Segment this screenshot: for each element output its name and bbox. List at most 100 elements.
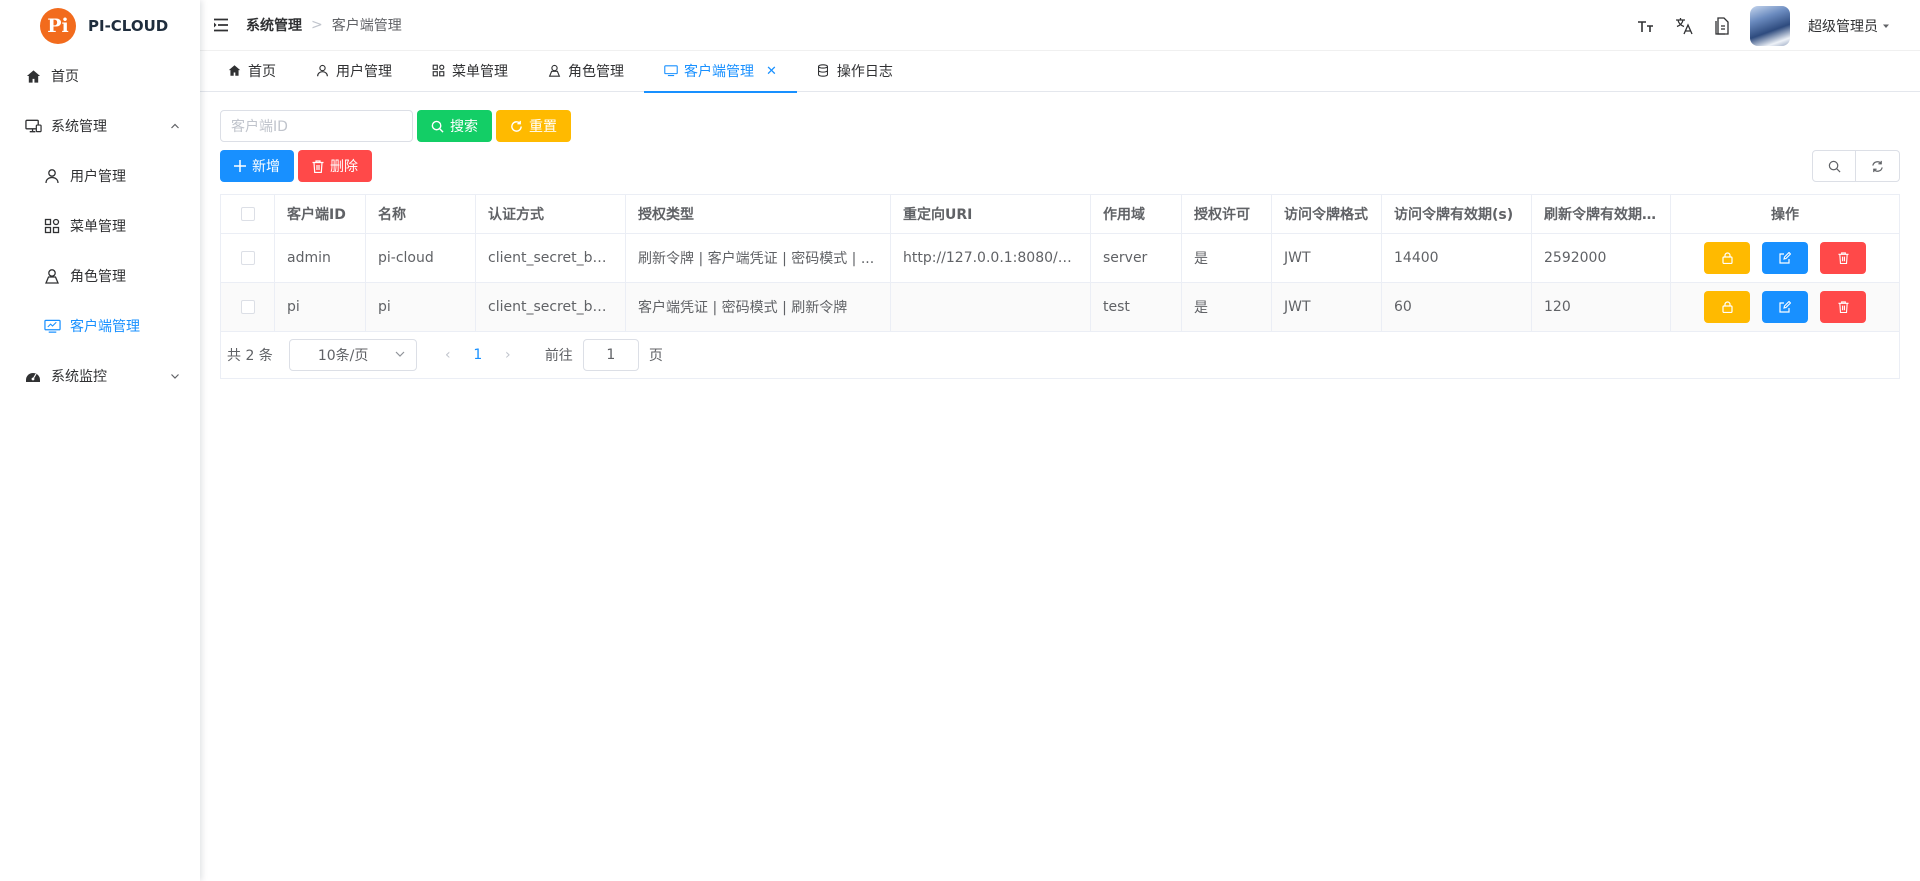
table-cell: 14400 [1381,233,1532,283]
user-name: 超级管理员 [1808,18,1878,35]
user-menu[interactable]: 超级管理员 [1808,16,1890,36]
tab-label: 操作日志 [836,64,893,80]
refresh-icon [511,120,522,132]
table-cell: 客户端凭证 | 密码模式 | 刷新令牌 [625,282,891,332]
row-actions [1670,282,1900,332]
edit-icon [1779,252,1791,264]
next-page-button[interactable]: › [493,347,523,363]
search-button[interactable]: 搜索 [417,110,492,142]
translate-icon[interactable] [1674,16,1694,36]
search-icon [1828,160,1840,172]
total-count: 共 2 条 [227,348,273,364]
sidebar-item-clients[interactable]: 客户端管理 [0,301,200,351]
add-button[interactable]: 新增 [220,150,294,182]
tab-users[interactable]: 用户管理 [296,51,412,92]
delete-row-button[interactable] [1820,242,1866,274]
hamburger-icon[interactable] [212,16,230,34]
add-button-label: 新增 [252,159,280,175]
sidebar-item-system[interactable]: 系统管理 [0,101,200,151]
edit-button[interactable] [1762,291,1808,323]
page-number[interactable]: 1 [463,347,493,363]
table-cell: 是 [1181,233,1272,283]
column-header: 访问令牌有效期(s) [1381,194,1532,234]
database-icon [817,64,831,78]
column-header: 认证方式 [475,194,626,234]
reset-button[interactable]: 重置 [496,110,571,142]
refresh-button[interactable] [1856,150,1900,182]
sidebar-item-menus[interactable]: 菜单管理 [0,201,200,251]
table-cell [890,282,1091,332]
navbar: 系统管理 > 客户端管理 超级管理员 [200,0,1920,51]
sidebar-item-home[interactable]: 首页 [0,51,200,101]
table-cell: server [1090,233,1182,283]
row-checkbox[interactable] [240,300,255,314]
prev-page-button[interactable]: ‹ [433,347,463,363]
logo[interactable]: Pi PI-CLOUD [0,0,200,51]
column-header: 重定向URI [890,194,1091,234]
goto-page: 前往 1 页 [545,339,663,371]
goto-page-input[interactable]: 1 [582,339,639,371]
delete-row-button[interactable] [1820,291,1866,323]
plus-icon [234,160,246,172]
table-cell: 是 [1181,282,1272,332]
sidebar-item-label: 角色管理 [70,269,126,285]
table-cell: client_secret_basic [475,233,626,283]
client-id-input[interactable]: 客户端ID [220,110,413,142]
lock-button[interactable] [1704,291,1750,323]
avatar[interactable] [1750,5,1790,46]
table-row: pi pi client_secret_basic 客户端凭证 | 密码模式 |… [220,282,1900,332]
column-header: 访问令牌格式 [1271,194,1382,234]
sidebar-item-label: 系统管理 [51,119,107,135]
tab-clients[interactable]: 客户端管理 ✕ [644,51,797,93]
sidebar-item-label: 客户端管理 [70,319,140,335]
role-icon [548,64,562,78]
breadcrumb-item[interactable]: 系统管理 [246,15,302,35]
grid-icon [43,217,61,235]
header-tools: 超级管理员 [1636,0,1890,51]
document-icon[interactable] [1712,16,1732,36]
client-table: 客户端ID 名称 认证方式 授权类型 重定向URI 作用域 授权许可 访问令牌格… [220,194,1900,332]
lock-button[interactable] [1704,242,1750,274]
user-icon [43,167,61,185]
table-cell: 60 [1381,282,1532,332]
search-button-label: 搜索 [450,119,478,135]
table-cell: admin [274,233,366,283]
dashboard-icon [24,367,42,385]
table-row: admin pi-cloud client_secret_basic 刷新令牌 … [220,233,1900,283]
delete-button[interactable]: 删除 [298,150,372,182]
row-checkbox[interactable] [240,251,255,265]
tab-home[interactable]: 首页 [208,51,296,92]
tab-roles[interactable]: 角色管理 [528,51,644,92]
lock-icon [1721,301,1733,313]
toolbar: 新增 删除 [220,150,1900,182]
sidebar-item-label: 系统监控 [51,369,107,385]
sidebar-item-roles[interactable]: 角色管理 [0,251,200,301]
breadcrumb-separator: > [311,17,323,33]
trash-icon [1837,252,1849,264]
delete-button-label: 删除 [330,159,358,175]
monitor-icon [43,317,61,335]
edit-icon [1779,301,1791,313]
toggle-search-button[interactable] [1812,150,1856,182]
row-checkbox-cell [220,282,275,332]
lock-icon [1721,252,1733,264]
breadcrumb-item: 客户端管理 [331,18,402,34]
page-size-select[interactable]: 10条/页 [288,339,417,371]
caret-down-icon [1883,24,1889,28]
select-all-checkbox[interactable] [240,207,255,221]
trash-icon [1837,301,1849,313]
table-cell: JWT [1271,233,1382,283]
sidebar-item-monitor[interactable]: 系统监控 [0,351,200,401]
app-title: PI-CLOUD [88,16,169,35]
sidebar-item-users[interactable]: 用户管理 [0,151,200,201]
tab-logs[interactable]: 操作日志 [797,51,913,92]
table-cell: http://127.0.0.1:8080/au... [890,233,1091,283]
table-cell: client_secret_basic [475,282,626,332]
close-icon[interactable]: ✕ [766,64,777,79]
tab-menus[interactable]: 菜单管理 [412,51,528,92]
logo-badge: Pi [40,7,76,44]
edit-button[interactable] [1762,242,1808,274]
role-icon [43,267,61,285]
sidebar-item-label: 菜单管理 [70,219,126,235]
font-size-icon[interactable] [1636,16,1656,36]
